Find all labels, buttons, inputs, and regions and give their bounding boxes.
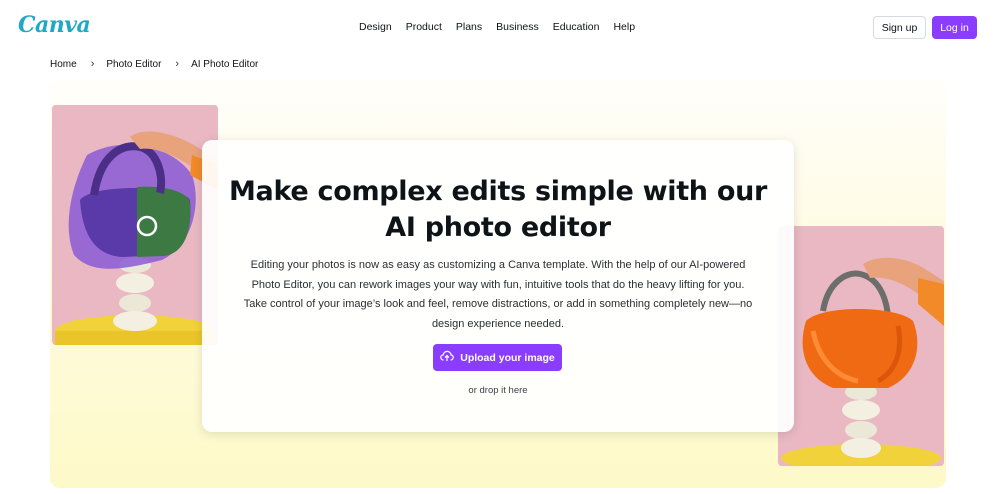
- main-nav: Design Product Plans Business Education …: [359, 21, 635, 33]
- orange-handbag-photo: [778, 226, 944, 466]
- nav-business[interactable]: Business: [496, 21, 539, 33]
- nav-plans[interactable]: Plans: [456, 21, 482, 33]
- nav-product[interactable]: Product: [406, 21, 442, 33]
- upload-button-label: Upload your image: [460, 351, 555, 364]
- top-header: Canva Design Product Plans Business Educ…: [0, 0, 1000, 55]
- chevron-right-icon: ›: [175, 58, 180, 70]
- nav-help[interactable]: Help: [613, 21, 635, 33]
- hero-title: Make complex edits simple with our AI ph…: [202, 174, 794, 246]
- breadcrumb: Home › Photo Editor › AI Photo Editor: [50, 58, 258, 70]
- upload-image-button[interactable]: Upload your image: [433, 344, 562, 371]
- nav-design[interactable]: Design: [359, 21, 392, 33]
- log-in-button[interactable]: Log in: [932, 16, 977, 39]
- sign-up-button[interactable]: Sign up: [873, 16, 926, 39]
- nav-education[interactable]: Education: [553, 21, 600, 33]
- hero-title-line-2: AI photo editor: [385, 212, 611, 243]
- hero-title-line-1: Make complex edits simple with our: [228, 176, 768, 207]
- handbag-edit-photo: [52, 105, 218, 345]
- hero-card: Make complex edits simple with our AI ph…: [202, 140, 794, 432]
- cloud-upload-icon: [440, 350, 455, 365]
- breadcrumb-home[interactable]: Home: [50, 59, 77, 70]
- hero-description: Editing your photos is now as easy as cu…: [243, 259, 753, 330]
- drop-it-here-text: or drop it here: [468, 385, 528, 396]
- canva-logo[interactable]: Canva: [18, 12, 91, 38]
- breadcrumb-photo-editor[interactable]: Photo Editor: [106, 59, 161, 70]
- breadcrumb-current: AI Photo Editor: [191, 58, 259, 70]
- chevron-right-icon: ›: [90, 58, 95, 70]
